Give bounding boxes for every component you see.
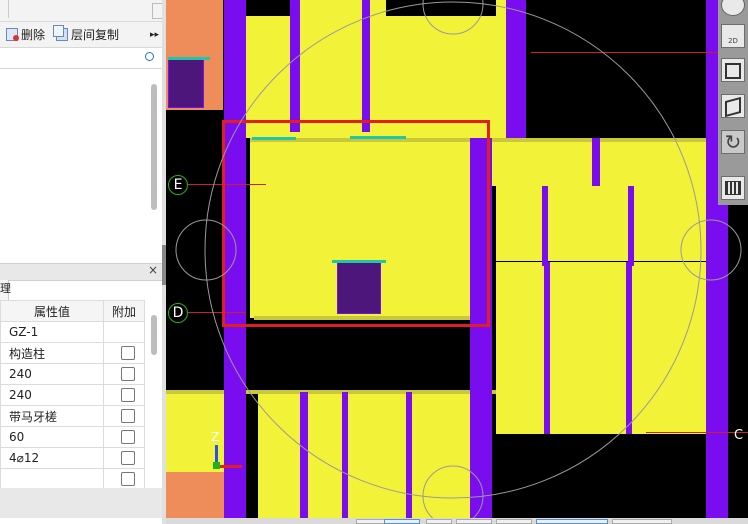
extra-checkbox[interactable] xyxy=(121,472,135,486)
component-panel: 删除 层间复制 ▸▸ × 理 属性值 附加 GZ-1 构造柱 240 240 带… xyxy=(0,0,166,524)
axis-label-c[interactable]: C xyxy=(734,428,743,443)
orbit-icon[interactable] xyxy=(721,0,745,16)
axis-label-e[interactable]: E xyxy=(168,175,188,195)
extra-checkbox[interactable] xyxy=(121,409,135,423)
properties-header-row: 属性值 附加 xyxy=(0,300,145,322)
panel-top-tab[interactable] xyxy=(0,0,9,18)
properties-scrollbar-thumb[interactable] xyxy=(151,315,157,355)
status-button[interactable] xyxy=(496,519,532,524)
copy-icon xyxy=(53,25,68,41)
property-value[interactable]: GZ-1 xyxy=(0,321,104,343)
panel-top-bar xyxy=(0,0,163,22)
property-value[interactable]: 4⌀12 xyxy=(0,447,104,469)
panel-bottom-area xyxy=(0,488,162,518)
properties-table: 属性值 附加 GZ-1 构造柱 240 240 带马牙槎 60 4⌀12 xyxy=(0,300,145,490)
property-value[interactable]: 240 xyxy=(0,384,104,406)
search-icon[interactable] xyxy=(145,52,154,61)
property-value[interactable]: 60 xyxy=(0,426,104,448)
delete-button[interactable]: 删除 xyxy=(6,26,45,43)
orbit-circle xyxy=(175,0,742,524)
property-value[interactable] xyxy=(0,468,104,490)
search-bar xyxy=(0,48,162,69)
extra-checkbox[interactable] xyxy=(121,388,135,402)
properties-tab[interactable]: 理 xyxy=(0,280,11,300)
close-icon[interactable]: × xyxy=(148,263,158,277)
axis-origin xyxy=(213,462,220,469)
tree-scrollbar-thumb[interactable] xyxy=(151,84,157,210)
status-button[interactable] xyxy=(456,519,492,524)
tree-scrollbar[interactable] xyxy=(149,70,161,210)
component-toolbar: 删除 层间复制 ▸▸ xyxy=(0,22,163,48)
axis-z-label: Z xyxy=(211,430,220,444)
view-toolbar: 2D ↻ xyxy=(718,0,748,205)
col-value-header: 属性值 xyxy=(0,300,104,322)
view-2d-button[interactable]: 2D xyxy=(721,24,745,48)
table-row[interactable]: 60 xyxy=(0,426,145,448)
property-extra-cell xyxy=(103,321,145,343)
search-input[interactable] xyxy=(2,50,144,66)
property-value[interactable]: 240 xyxy=(0,363,104,385)
properties-scrollbar[interactable] xyxy=(149,313,161,483)
status-button[interactable] xyxy=(612,519,672,524)
rotate-icon[interactable]: ↻ xyxy=(721,130,745,154)
extra-checkbox[interactable] xyxy=(121,451,135,465)
property-value[interactable]: 带马牙槎 xyxy=(0,405,104,427)
delete-icon xyxy=(6,28,19,41)
table-row[interactable] xyxy=(0,468,145,490)
delete-label: 删除 xyxy=(21,28,46,42)
extra-checkbox[interactable] xyxy=(121,346,135,360)
extra-checkbox[interactable] xyxy=(121,430,135,444)
table-row[interactable]: 240 xyxy=(0,363,145,385)
view-top-icon[interactable] xyxy=(721,58,745,82)
properties-header: × xyxy=(0,263,163,281)
col-extra-header: 附加 xyxy=(103,300,145,322)
view-3d-icon[interactable] xyxy=(721,94,745,118)
layout-icon[interactable] xyxy=(721,176,745,200)
table-row[interactable]: 带马牙槎 xyxy=(0,405,145,427)
table-row[interactable]: 4⌀12 xyxy=(0,447,145,469)
floor-copy-button[interactable]: 层间复制 xyxy=(53,25,120,43)
table-row[interactable]: 240 xyxy=(0,384,145,406)
table-row[interactable]: 构造柱 xyxy=(0,342,145,364)
table-row[interactable]: GZ-1 xyxy=(0,321,145,343)
toolbar-more-button[interactable]: ▸▸ xyxy=(150,26,159,43)
status-button[interactable] xyxy=(384,519,420,524)
status-button[interactable] xyxy=(536,519,608,524)
property-value[interactable]: 构造柱 xyxy=(0,342,104,364)
axis-x-arrow xyxy=(218,465,242,468)
axis-label-d[interactable]: D xyxy=(168,303,188,323)
extra-checkbox[interactable] xyxy=(121,367,135,381)
status-bar xyxy=(166,518,748,524)
model-canvas[interactable]: E D C Z xyxy=(166,0,748,524)
status-button[interactable] xyxy=(356,519,386,524)
status-button[interactable] xyxy=(426,519,452,524)
floor-copy-label: 层间复制 xyxy=(71,28,120,42)
